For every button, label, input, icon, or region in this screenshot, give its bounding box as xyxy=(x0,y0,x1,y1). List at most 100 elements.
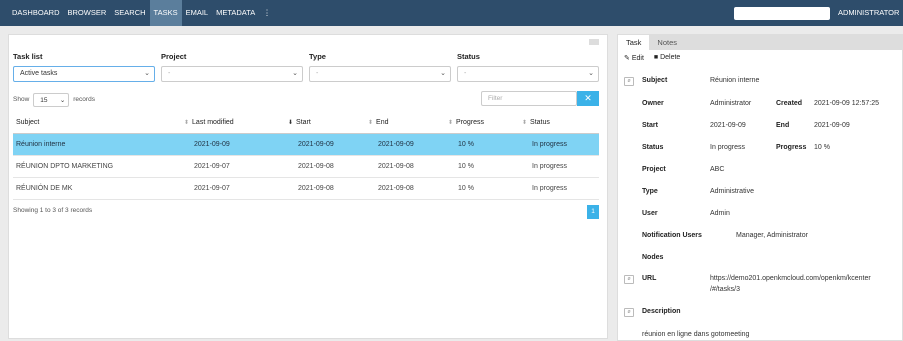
subject-pin-icon[interactable]: ø xyxy=(624,77,634,86)
table-filter-input[interactable]: Filter xyxy=(481,91,577,106)
cell-status: In progress xyxy=(519,133,599,156)
description-pin-icon[interactable]: ø xyxy=(624,308,634,317)
chevron-down-icon: ⌄ xyxy=(144,70,150,77)
cell-progress: 10 % xyxy=(445,155,519,178)
col-last-modified[interactable]: ⬍ Last modified xyxy=(181,112,285,134)
project-select[interactable]: - ⌄ xyxy=(161,66,303,82)
description-label: Description xyxy=(642,308,681,315)
more-menu-icon[interactable]: ⋮ xyxy=(259,0,275,26)
type-label: Type xyxy=(309,52,326,61)
url-value-line1[interactable]: https://demo201.openkmcloud.com/openkm/k… xyxy=(710,275,871,282)
table-row[interactable]: RÉUNIÓN DE MK 2021-09-07 2021-09-08 2021… xyxy=(13,177,599,200)
task-detail-panel: Task Notes ✎ Edit ■ Delete ø Subject Réu… xyxy=(617,34,903,341)
status-select[interactable]: - ⌄ xyxy=(457,66,599,82)
col-status[interactable]: ⬍ Status xyxy=(519,112,599,134)
status-value: - xyxy=(464,70,467,77)
url-pin-icon[interactable]: ø xyxy=(624,275,634,284)
chevron-down-icon: ⌄ xyxy=(588,70,594,77)
user-value: Admin xyxy=(710,210,730,217)
status-label: Status xyxy=(642,144,664,151)
table-row[interactable]: RÉUNION DPTO MARKETING 2021-09-07 2021-0… xyxy=(13,155,599,178)
cell-modified: 2021-09-07 xyxy=(181,155,285,178)
page-size-control: Show 15 ⌄ records xyxy=(13,93,95,107)
table-row[interactable]: Réunion interne 2021-09-09 2021-09-09 20… xyxy=(13,133,599,156)
subject-label: Subject xyxy=(642,77,668,84)
main-nav: DASHBOARD BROWSER SEARCH TASKS EMAIL MET… xyxy=(8,0,275,26)
cell-progress: 10 % xyxy=(445,177,519,200)
url-label: URL xyxy=(642,275,657,282)
cell-subject: Réunion interne xyxy=(13,133,181,156)
tasks-table: Subject ⬍ Last modified ⬇ Start ⬍ End ⬍ Prog… xyxy=(13,112,599,200)
status-label: Status xyxy=(457,52,480,61)
nav-metadata[interactable]: METADATA xyxy=(212,0,259,26)
task-list-value: Active tasks xyxy=(20,70,58,77)
start-value: 2021-09-09 xyxy=(710,122,746,129)
nav-dashboard[interactable]: DASHBOARD xyxy=(8,0,64,26)
col-subject[interactable]: Subject xyxy=(13,112,181,134)
cell-end: 2021-09-08 xyxy=(365,177,445,200)
cell-modified: 2021-09-07 xyxy=(181,177,285,200)
col-start[interactable]: ⬇ Start xyxy=(285,112,365,134)
detail-tabs: Task Notes xyxy=(618,35,903,50)
col-progress[interactable]: ⬍ Progress xyxy=(445,112,519,134)
progress-label: Progress xyxy=(776,144,807,151)
end-label: End xyxy=(776,122,790,129)
tab-task[interactable]: Task xyxy=(618,35,650,50)
top-navbar: DASHBOARD BROWSER SEARCH TASKS EMAIL MET… xyxy=(0,0,903,43)
sort-icon: ⬍ xyxy=(522,119,528,126)
pencil-icon: ✎ xyxy=(624,55,630,62)
nav-search[interactable]: SEARCH xyxy=(110,0,149,26)
cell-modified: 2021-09-09 xyxy=(181,133,285,156)
show-label: Show xyxy=(13,96,30,103)
notification-users-label: Notification Users xyxy=(642,232,702,239)
edit-button[interactable]: ✎ Edit xyxy=(624,54,644,62)
chevron-down-icon: ⌄ xyxy=(440,70,446,77)
status-value: In progress xyxy=(710,144,746,151)
cell-start: 2021-09-08 xyxy=(285,155,365,178)
description-value: réunion en ligne dans gotomeeting xyxy=(642,331,750,338)
records-label: records xyxy=(73,96,95,103)
delete-button[interactable]: ■ Delete xyxy=(654,54,680,62)
project-value: - xyxy=(168,70,171,77)
detail-actions: ✎ Edit ■ Delete xyxy=(624,54,680,62)
chevron-down-icon: ⌄ xyxy=(292,70,298,77)
type-select[interactable]: - ⌄ xyxy=(309,66,451,82)
nav-email[interactable]: EMAIL xyxy=(182,0,213,26)
panel-collapse-icon[interactable] xyxy=(589,39,599,45)
cell-end: 2021-09-08 xyxy=(365,155,445,178)
page-size-select[interactable]: 15 ⌄ xyxy=(33,93,70,107)
chevron-down-icon: ⌄ xyxy=(59,97,66,104)
col-end[interactable]: ⬍ End xyxy=(365,112,445,134)
owner-label: Owner xyxy=(642,100,664,107)
records-summary: Showing 1 to 3 of 3 records xyxy=(13,207,93,214)
task-list-select[interactable]: Active tasks ⌄ xyxy=(13,66,155,82)
global-search-input[interactable] xyxy=(734,7,830,20)
tab-notes[interactable]: Notes xyxy=(649,35,685,50)
clear-filter-button[interactable]: ✕ xyxy=(577,91,599,106)
cell-subject: RÉUNIÓN DE MK xyxy=(13,177,181,200)
cell-end: 2021-09-09 xyxy=(365,133,445,156)
created-label: Created xyxy=(776,100,803,107)
url-value-line2[interactable]: /#/tasks/3 xyxy=(710,286,740,293)
type-label: Type xyxy=(642,188,658,195)
notification-users-value: Manager, Administrator xyxy=(736,232,808,239)
nav-browser[interactable]: BROWSER xyxy=(64,0,111,26)
progress-value: 10 % xyxy=(814,144,830,151)
sort-icon: ⬍ xyxy=(448,119,454,126)
cell-status: In progress xyxy=(519,177,599,200)
sort-desc-icon: ⬇ xyxy=(288,119,294,126)
square-icon: ■ xyxy=(653,54,659,61)
nav-tasks[interactable]: TASKS xyxy=(149,0,182,26)
table-header-row: Subject ⬍ Last modified ⬇ Start ⬍ End ⬍ Prog… xyxy=(13,112,599,134)
pagination-page-1[interactable]: 1 xyxy=(587,205,599,219)
subject-value: Réunion interne xyxy=(710,77,760,84)
start-label: Start xyxy=(642,122,658,129)
page-size-value: 15 xyxy=(40,97,48,104)
created-value: 2021-09-09 12:57:25 xyxy=(814,100,879,107)
type-value: Administrative xyxy=(710,188,754,195)
cell-subject: RÉUNION DPTO MARKETING xyxy=(13,155,181,178)
project-label: Project xyxy=(161,52,187,61)
end-value: 2021-09-09 xyxy=(814,122,850,129)
sort-icon: ⬍ xyxy=(184,119,190,126)
task-list-label: Task list xyxy=(13,52,43,61)
